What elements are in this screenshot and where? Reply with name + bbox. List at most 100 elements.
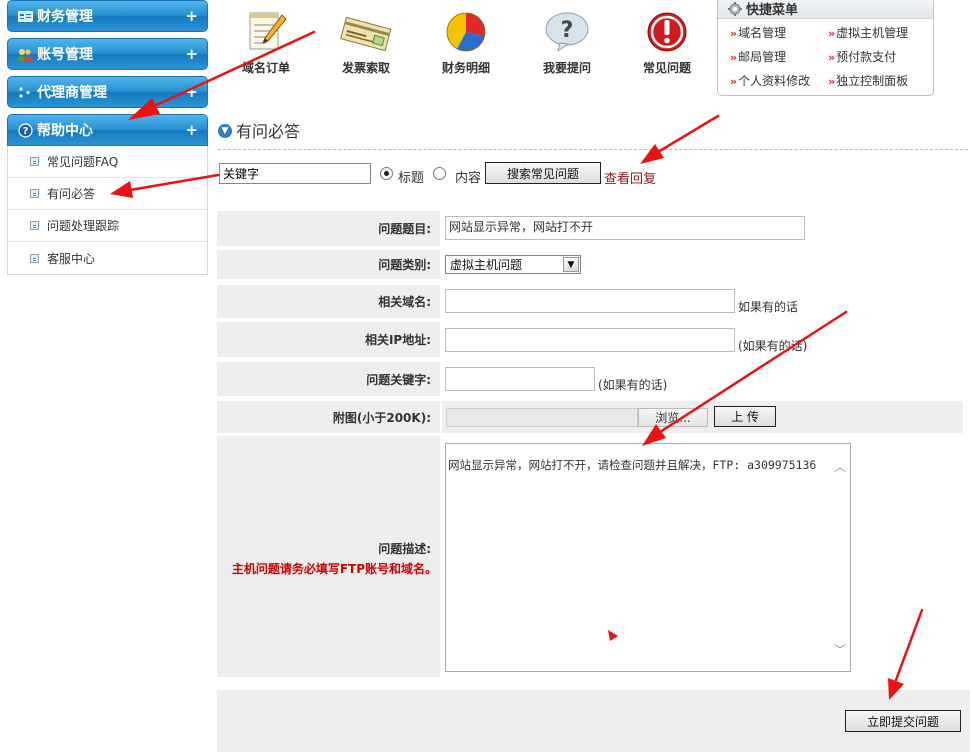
sidebar-category-label: 账号管理 xyxy=(37,47,93,63)
quick-menu-title: 快捷菜单 xyxy=(746,3,799,18)
keyword-search-input[interactable] xyxy=(219,163,371,184)
title-divider xyxy=(218,149,968,150)
quick-link-profile[interactable]: »个人资料修改 xyxy=(730,72,828,89)
circle-down-arrow-icon: ▼ xyxy=(218,124,232,138)
sidebar-item-label: 问题处理跟踪 xyxy=(47,219,120,233)
document-bullet-icon xyxy=(30,157,39,166)
toolbar-label: 域名订单 xyxy=(241,61,290,75)
domain-hint: 如果有的话 xyxy=(738,300,799,314)
radio-title-label: 标题 xyxy=(398,171,425,186)
sidebar-category-help[interactable]: ? 帮助中心 + xyxy=(7,114,208,146)
description-textarea[interactable]: 网站显示异常，网站打不开，请检查问题并且解决，FTP: a309975136 xyxy=(445,443,851,672)
sidebar-item-label: 常见问题FAQ xyxy=(47,155,119,169)
type-label: 问题类别: xyxy=(378,258,431,272)
subject-label: 问题题目: xyxy=(378,222,431,236)
attachment-label: 附图(小于200K): xyxy=(332,410,431,425)
expand-plus-icon: + xyxy=(185,83,198,101)
cheque-icon xyxy=(326,5,406,53)
double-arrow-icon: » xyxy=(828,51,836,64)
keywords-label: 问题关键字: xyxy=(366,372,431,387)
radio-search-content[interactable] xyxy=(433,167,446,180)
sidebar-item-faq[interactable]: 常见问题FAQ xyxy=(8,146,207,178)
upload-button[interactable]: 上 传 xyxy=(714,406,776,427)
toolbar-finance[interactable]: 财务明细 xyxy=(426,5,506,76)
document-bullet-icon xyxy=(30,189,39,198)
double-arrow-icon: » xyxy=(730,27,738,40)
ip-input[interactable] xyxy=(445,328,735,352)
document-bullet-icon xyxy=(30,253,39,263)
radio-search-title[interactable] xyxy=(380,167,393,180)
alert-exclamation-icon xyxy=(627,5,707,53)
users-icon xyxy=(17,47,33,61)
quick-link-label: 个人资料修改 xyxy=(738,74,811,88)
quick-link-mail[interactable]: »邮局管理 xyxy=(730,48,828,65)
description-required-note: 主机问题请务必填写FTP账号和域名。 xyxy=(231,562,437,576)
toolbar-label: 财务明细 xyxy=(441,61,490,75)
keywords-hint: (如果有的话) xyxy=(598,378,668,392)
toolbar-label: 常见问题 xyxy=(642,61,691,75)
view-replies-link[interactable]: 查看回复 xyxy=(604,168,656,187)
sidebar-item-ask-answer[interactable]: 有问必答 xyxy=(8,178,207,210)
attachment-file-input[interactable] xyxy=(446,408,638,427)
sidebar-item-service-center[interactable]: 客服中心 xyxy=(8,242,207,274)
scroll-up-chevron-icon[interactable]: ︿ xyxy=(834,458,846,475)
quick-link-control-panel[interactable]: »独立控制面板 xyxy=(828,72,938,89)
keywords-input[interactable] xyxy=(445,367,595,391)
sidebar-item-label: 客服中心 xyxy=(47,251,96,266)
page-title: ▼ 有问必答 xyxy=(218,118,300,142)
scroll-down-chevron-icon[interactable]: ﹀ xyxy=(834,641,846,658)
browse-button[interactable]: 浏览... xyxy=(638,408,708,427)
quick-menu-header: 快捷菜单 xyxy=(718,0,933,19)
radio-content-label: 内容 xyxy=(455,171,482,186)
page-title-text: 有问必答 xyxy=(236,122,301,141)
expand-plus-icon: + xyxy=(185,121,198,139)
quick-link-label: 域名管理 xyxy=(738,26,787,40)
quick-menu: 快捷菜单 »域名管理 »虚拟主机管理 »邮局管理 »预付款支付 »个人资料修改 … xyxy=(717,0,934,96)
sidebar-category-agent[interactable]: 代理商管理 + xyxy=(7,76,208,108)
subject-input[interactable]: 网站显示异常，网站打不开 xyxy=(445,216,805,240)
ip-hint: (如果有的话) xyxy=(738,339,808,353)
search-faq-button[interactable]: 搜索常见问题 xyxy=(485,162,601,184)
quick-link-label: 预付款支付 xyxy=(836,50,897,64)
domain-input[interactable] xyxy=(445,289,735,313)
sidebar-category-finance[interactable]: 财务管理 + xyxy=(7,0,208,32)
sidebar: 财务管理 + 账号管理 + 代理商管理 + ? 帮助中心 + 常见问题FAQ 有… xyxy=(7,0,208,275)
quick-link-prepay[interactable]: »预付款支付 xyxy=(828,48,938,65)
toolbar-invoice[interactable]: 发票索取 xyxy=(326,5,406,76)
expand-plus-icon: + xyxy=(185,45,198,63)
domain-label: 相关域名: xyxy=(378,295,431,309)
quick-link-label: 邮局管理 xyxy=(738,50,787,64)
sidebar-category-label: 代理商管理 xyxy=(37,85,107,101)
double-arrow-icon: » xyxy=(828,75,836,88)
expand-plus-icon: + xyxy=(185,7,198,25)
sidebar-item-tracking[interactable]: 问题处理跟踪 xyxy=(8,210,207,242)
double-arrow-icon: » xyxy=(730,75,738,88)
finance-icon xyxy=(17,9,33,23)
quick-link-hosting[interactable]: »虚拟主机管理 xyxy=(828,24,938,41)
sidebar-item-label: 有问必答 xyxy=(47,187,96,201)
toolbar-faq[interactable]: 常见问题 xyxy=(627,5,707,76)
pie-chart-icon xyxy=(426,5,506,53)
question-type-value: 虚拟主机问题 xyxy=(450,258,523,272)
question-type-select[interactable]: 虚拟主机问题 ▼ xyxy=(445,255,581,274)
svg-text:?: ? xyxy=(561,18,574,43)
sidebar-category-account[interactable]: 账号管理 + xyxy=(7,38,208,70)
notepad-pencil-icon xyxy=(226,5,306,53)
toolbar-domain-order[interactable]: 域名订单 xyxy=(226,5,306,76)
quick-link-domain[interactable]: »域名管理 xyxy=(730,24,828,41)
gear-icon xyxy=(728,1,742,16)
question-bubble-icon: ? xyxy=(527,5,607,53)
document-bullet-icon xyxy=(30,221,39,230)
toolbar-label: 我要提问 xyxy=(542,61,591,75)
quick-link-label: 独立控制面板 xyxy=(836,74,909,88)
submit-question-button[interactable]: 立即提交问题 xyxy=(845,710,961,732)
svg-text:?: ? xyxy=(22,126,28,137)
chevron-down-icon: ▼ xyxy=(563,257,579,272)
description-label: 问题描述: xyxy=(378,541,431,556)
help-submenu: 常见问题FAQ 有问必答 问题处理跟踪 客服中心 xyxy=(7,146,208,275)
toolbar-ask-question[interactable]: ? 我要提问 xyxy=(527,5,607,76)
ip-label: 相关IP地址: xyxy=(364,333,431,347)
help-question-icon: ? xyxy=(17,122,33,138)
double-arrow-icon: » xyxy=(730,51,738,64)
agent-dots-icon xyxy=(17,85,33,99)
